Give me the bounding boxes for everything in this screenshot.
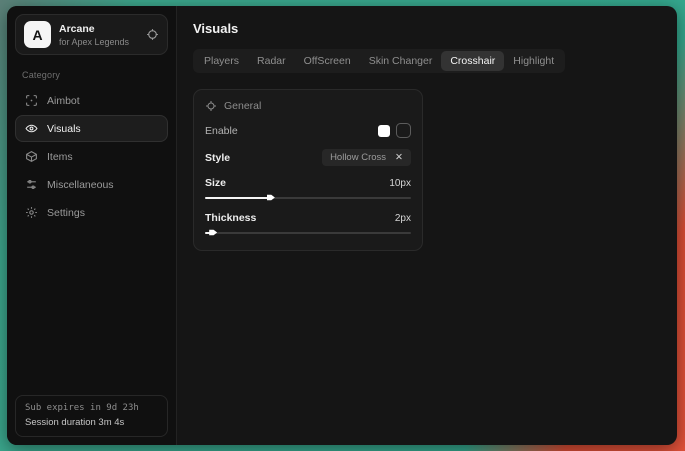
general-panel: General Enable Style Hollow Cross ✕ Size… xyxy=(193,89,423,251)
thickness-slider-thumb[interactable] xyxy=(209,229,217,237)
app-logo: A xyxy=(24,21,51,48)
eye-icon xyxy=(25,122,38,135)
thickness-row: Thickness 2px xyxy=(205,212,411,224)
color-swatch[interactable] xyxy=(378,125,390,137)
sidebar-item-visuals[interactable]: Visuals xyxy=(15,115,168,142)
tabbar: Players Radar OffScreen Skin Changer Cro… xyxy=(193,49,565,73)
style-dropdown[interactable]: Hollow Cross ✕ xyxy=(322,149,411,166)
enable-checkbox[interactable] xyxy=(396,123,411,138)
style-value: Hollow Cross xyxy=(330,152,386,163)
size-label: Size xyxy=(205,177,226,189)
tab-skin-changer[interactable]: Skin Changer xyxy=(360,51,442,71)
enable-label: Enable xyxy=(205,125,238,137)
target-icon[interactable] xyxy=(146,28,159,41)
sidebar-item-label: Aimbot xyxy=(47,95,80,107)
app-subtitle: for Apex Legends xyxy=(59,37,138,47)
sidebar-item-items[interactable]: Items xyxy=(15,143,168,170)
size-slider[interactable] xyxy=(205,193,411,202)
app-window: A Arcane for Apex Legends Category xyxy=(7,6,677,445)
tab-offscreen[interactable]: OffScreen xyxy=(295,51,360,71)
size-row: Size 10px xyxy=(205,177,411,189)
enable-row: Enable xyxy=(205,123,411,138)
page-title: Visuals xyxy=(193,21,661,36)
size-value: 10px xyxy=(389,178,411,189)
app-title: Arcane xyxy=(59,23,138,35)
tab-radar[interactable]: Radar xyxy=(248,51,295,71)
sidebar-item-miscellaneous[interactable]: Miscellaneous xyxy=(15,171,168,198)
tab-crosshair[interactable]: Crosshair xyxy=(441,51,504,71)
sidebar-item-settings[interactable]: Settings xyxy=(15,199,168,226)
general-crosshair-icon xyxy=(205,100,217,112)
sidebar-nav: Aimbot Visuals Items xyxy=(15,87,168,226)
sliders-icon xyxy=(25,178,38,191)
brand-card: A Arcane for Apex Legends xyxy=(15,14,168,55)
thickness-label: Thickness xyxy=(205,212,256,224)
sidebar-item-label: Miscellaneous xyxy=(47,179,114,191)
sidebar: A Arcane for Apex Legends Category xyxy=(7,6,177,445)
gear-icon xyxy=(25,206,38,219)
clear-icon[interactable]: ✕ xyxy=(395,152,403,163)
category-label: Category xyxy=(22,70,161,80)
tab-players[interactable]: Players xyxy=(195,51,248,71)
main-content: Visuals Players Radar OffScreen Skin Cha… xyxy=(177,6,677,445)
sidebar-item-aimbot[interactable]: Aimbot xyxy=(15,87,168,114)
sidebar-item-label: Items xyxy=(47,151,73,163)
session-duration-text: Session duration 3m 4s xyxy=(25,417,158,428)
subscription-info: Sub expires in 9d 23h Session duration 3… xyxy=(15,395,168,437)
thickness-slider[interactable] xyxy=(205,228,411,237)
thickness-value: 2px xyxy=(395,213,411,224)
size-slider-thumb[interactable] xyxy=(267,194,275,202)
sidebar-item-label: Visuals xyxy=(47,123,81,135)
tab-highlight[interactable]: Highlight xyxy=(504,51,563,71)
style-row: Style Hollow Cross ✕ xyxy=(205,149,411,166)
style-label: Style xyxy=(205,152,230,164)
sidebar-item-label: Settings xyxy=(47,207,85,219)
sub-expiry-text: Sub expires in 9d 23h xyxy=(25,403,158,413)
panel-title: General xyxy=(224,100,261,112)
package-icon xyxy=(25,150,38,163)
crosshair-icon xyxy=(25,94,38,107)
